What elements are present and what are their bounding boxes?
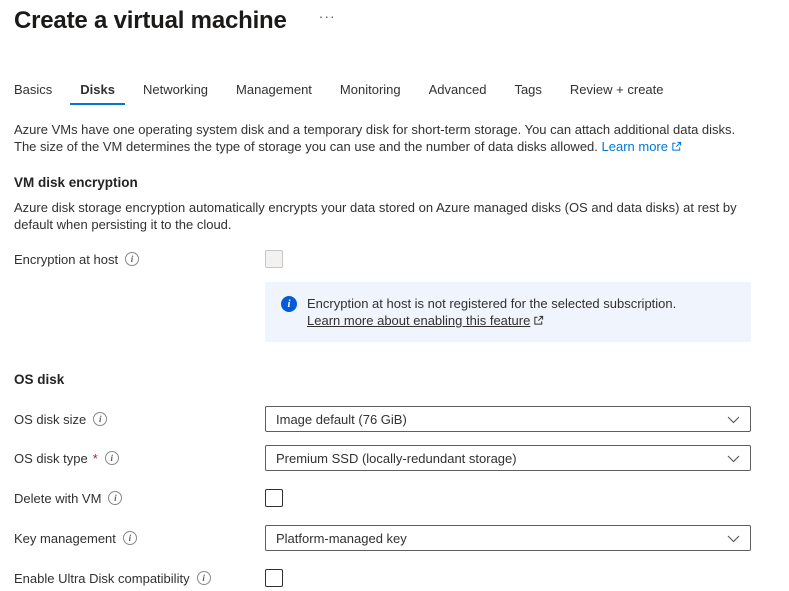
encryption-at-host-label: Encryption at host i <box>14 252 265 267</box>
key-management-dropdown[interactable]: Platform-managed key <box>265 525 751 551</box>
os-disk-size-label: OS disk size i <box>14 412 265 427</box>
tab-networking[interactable]: Networking <box>133 80 218 105</box>
delete-with-vm-row: Delete with VM i <box>14 485 789 511</box>
info-icon[interactable]: i <box>108 491 122 505</box>
page-title: Create a virtual machine <box>14 6 287 36</box>
tab-advanced[interactable]: Advanced <box>419 80 497 105</box>
chevron-down-icon <box>727 451 740 466</box>
key-management-row: Key management i Platform-managed key <box>14 525 789 551</box>
tab-tags[interactable]: Tags <box>504 80 551 105</box>
os-disk-heading: OS disk <box>14 372 789 387</box>
info-icon[interactable]: i <box>125 252 139 266</box>
vm-disk-encryption-heading: VM disk encryption <box>14 175 789 190</box>
delete-with-vm-label: Delete with VM i <box>14 491 265 506</box>
learn-more-link[interactable]: Learn more <box>602 139 682 154</box>
ultra-disk-checkbox[interactable] <box>265 569 283 587</box>
os-disk-type-label: OS disk type * i <box>14 451 265 466</box>
create-vm-page: Create a virtual machine ··· Basics Disk… <box>0 0 789 578</box>
tab-review-create[interactable]: Review + create <box>560 80 674 105</box>
intro-line1: Azure VMs have one operating system disk… <box>14 121 775 138</box>
info-box-text: Encryption at host is not registered for… <box>307 295 676 330</box>
external-link-icon <box>671 139 682 156</box>
required-asterisk: * <box>93 451 98 466</box>
os-disk-type-dropdown[interactable]: Premium SSD (locally-redundant storage) <box>265 445 751 471</box>
info-box-message: Encryption at host is not registered for… <box>307 295 676 312</box>
info-badge-icon: i <box>281 296 297 312</box>
key-management-label: Key management i <box>14 531 265 546</box>
info-icon[interactable]: i <box>123 531 137 545</box>
info-icon[interactable]: i <box>93 412 107 426</box>
ultra-disk-row: Enable Ultra Disk compatibility i <box>14 565 789 591</box>
intro-line2: The size of the VM determines the type o… <box>14 138 775 156</box>
delete-with-vm-checkbox[interactable] <box>265 489 283 507</box>
chevron-down-icon <box>727 531 740 546</box>
tab-basics[interactable]: Basics <box>4 80 62 105</box>
os-disk-size-dropdown[interactable]: Image default (76 GiB) <box>265 406 751 432</box>
external-link-icon <box>533 313 544 330</box>
vm-disk-encryption-description: Azure disk storage encryption automatica… <box>14 200 759 233</box>
ultra-disk-label: Enable Ultra Disk compatibility i <box>14 571 265 586</box>
encryption-info-box: i Encryption at host is not registered f… <box>265 282 751 342</box>
tab-bar: Basics Disks Networking Management Monit… <box>4 80 789 105</box>
tab-disks[interactable]: Disks <box>70 80 125 105</box>
os-disk-size-row: OS disk size i Image default (76 GiB) <box>14 406 789 432</box>
enable-feature-link[interactable]: Learn more about enabling this feature <box>307 313 530 328</box>
page-header: Create a virtual machine ··· <box>0 0 789 36</box>
tab-management[interactable]: Management <box>226 80 322 105</box>
encryption-at-host-checkbox[interactable] <box>265 250 283 268</box>
chevron-down-icon <box>727 412 740 427</box>
more-actions-icon[interactable]: ··· <box>319 8 336 24</box>
encryption-at-host-row: Encryption at host i <box>14 246 789 272</box>
tab-monitoring[interactable]: Monitoring <box>330 80 411 105</box>
info-icon[interactable]: i <box>197 571 211 585</box>
os-disk-type-row: OS disk type * i Premium SSD (locally-re… <box>14 445 789 471</box>
info-icon[interactable]: i <box>105 451 119 465</box>
intro-text: Azure VMs have one operating system disk… <box>14 121 775 156</box>
